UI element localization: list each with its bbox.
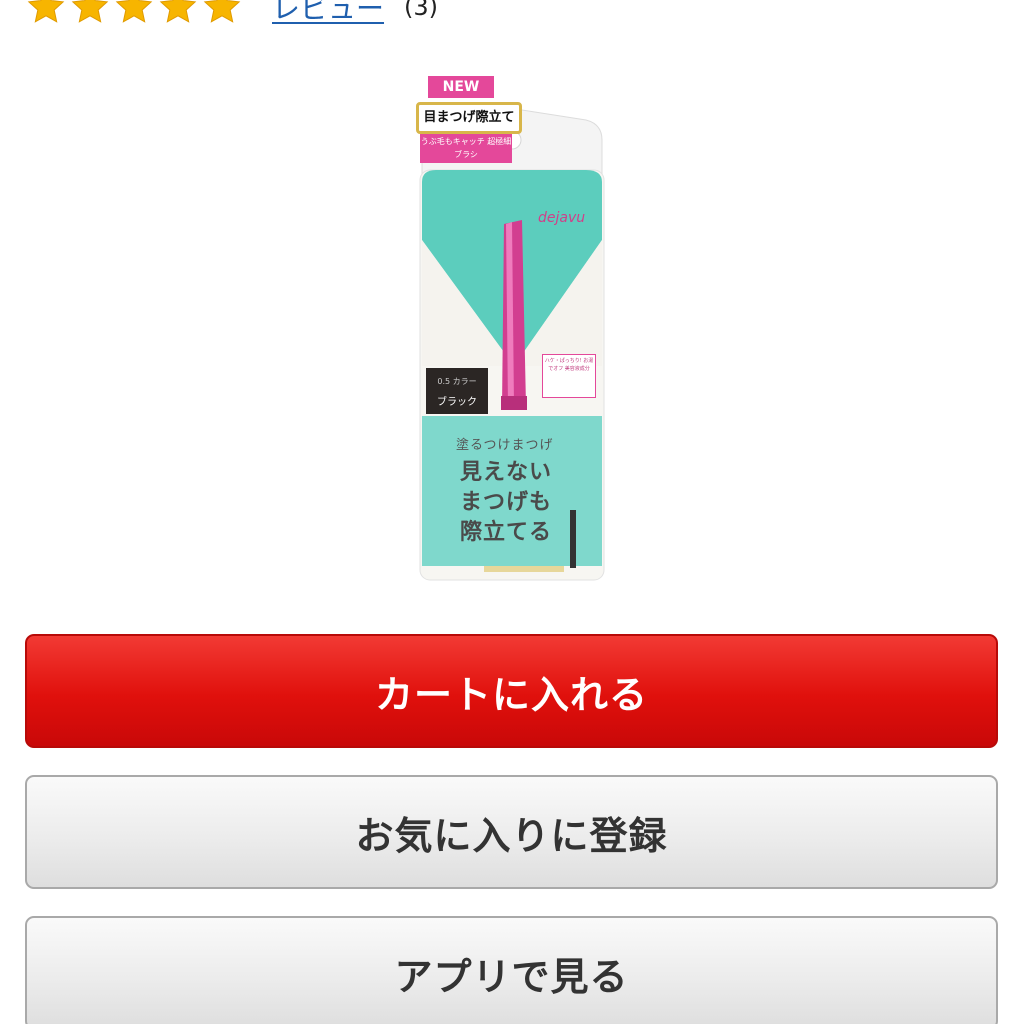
product-page: レビュー (3) NEW 目まつげ際立て うぶ毛もキャッチ 超極細ブラシ dej… bbox=[0, 0, 1024, 1024]
package-new-label: NEW bbox=[428, 76, 494, 98]
star-icon bbox=[27, 0, 65, 23]
rating-row: レビュー (3) bbox=[26, 0, 438, 32]
add-to-cart-button[interactable]: カートに入れる bbox=[25, 634, 998, 748]
star-icon bbox=[159, 0, 197, 23]
star-icon bbox=[203, 0, 241, 23]
star-icon bbox=[115, 0, 153, 23]
package-color-label: ブラック bbox=[437, 397, 477, 408]
package-brand: dejavu bbox=[538, 210, 586, 226]
package-subtitle: 塗るつけまつげ bbox=[456, 438, 554, 453]
review-count: (3) bbox=[404, 0, 439, 21]
star-icon bbox=[71, 0, 109, 23]
package-headline: 見えない まつげも 際立てる bbox=[460, 460, 553, 545]
add-to-favorites-button[interactable]: お気に入りに登録 bbox=[25, 775, 998, 889]
product-image[interactable]: NEW 目まつげ際立て うぶ毛もキャッチ 超極細ブラシ dejavu 0.5 カ… bbox=[414, 70, 610, 582]
package-badge: 目まつげ際立て bbox=[416, 102, 522, 134]
package-side-note: ハケ・ぱっちり! お湯でオフ 美容液成分 bbox=[542, 354, 596, 398]
package-color-box: 0.5 カラー ブラック bbox=[426, 368, 488, 414]
view-in-app-button[interactable]: アプリで見る bbox=[25, 916, 998, 1024]
package-color-top: 0.5 カラー bbox=[437, 377, 477, 386]
review-link[interactable]: レビュー bbox=[272, 0, 384, 27]
package-pink-note: うぶ毛もキャッチ 超極細ブラシ bbox=[420, 134, 512, 163]
star-rating bbox=[26, 0, 246, 27]
